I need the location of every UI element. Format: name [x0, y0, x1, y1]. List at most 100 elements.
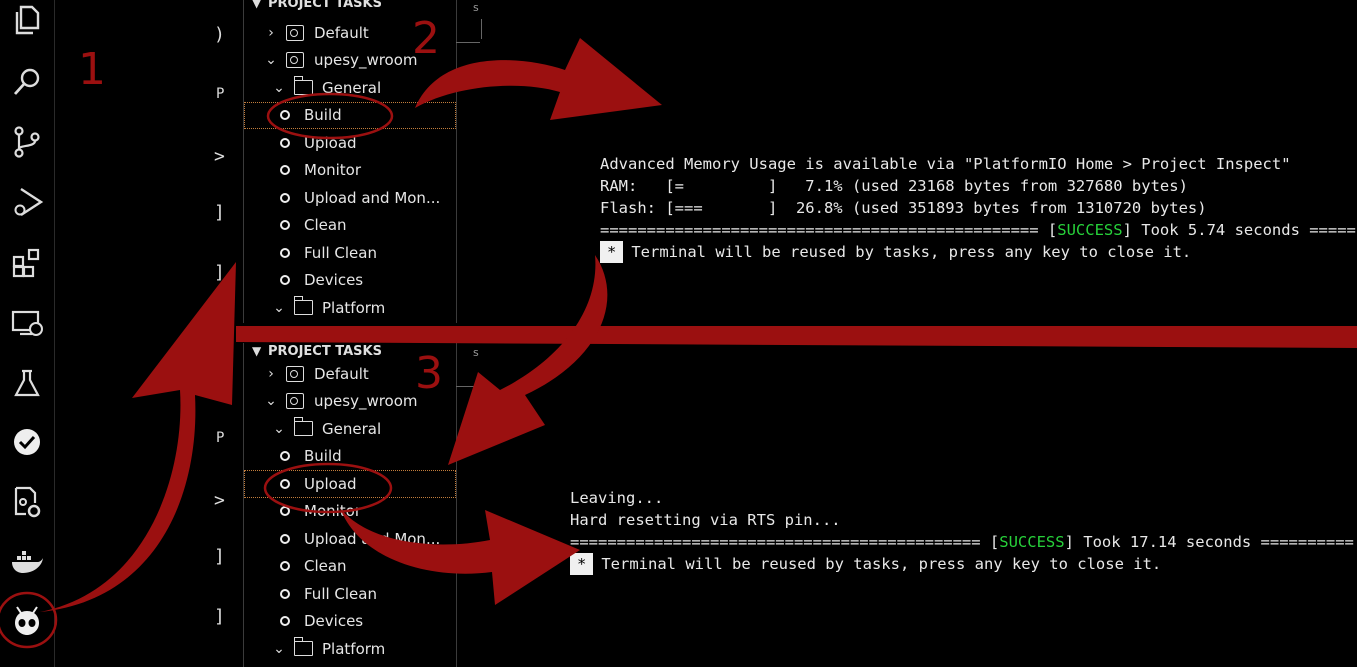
task-circle-icon: [280, 192, 290, 203]
folder-item[interactable]: ⌄ Platform: [244, 294, 456, 322]
source-control-icon[interactable]: [7, 122, 47, 162]
tree-item-label: Devices: [304, 612, 364, 631]
panel-title: PROJECT TASKS: [268, 0, 382, 11]
terminal-line: ========================================…: [570, 531, 1354, 553]
testing-icon[interactable]: [7, 363, 47, 403]
clipped-tab-label: s: [473, 1, 479, 14]
task-circle-icon: [280, 561, 290, 572]
environment-icon: [286, 52, 304, 69]
tree-item-label: Upload and Mon...: [304, 188, 441, 207]
step-number-2: 2: [412, 13, 440, 64]
task-circle-icon: [280, 247, 290, 258]
separator-text: ========================================…: [570, 533, 1000, 551]
chevron-right-icon[interactable]: ›: [264, 366, 278, 382]
folder-item[interactable]: ⌄ General: [244, 415, 456, 443]
explorer-icon[interactable]: [7, 0, 47, 40]
tree-item-label: upesy_wroom: [314, 51, 418, 70]
task-item[interactable]: Monitor: [244, 157, 456, 185]
tree-item-label: Clean: [304, 216, 347, 235]
clipped-glyph: P: [216, 430, 225, 446]
task-item[interactable]: Build: [244, 443, 456, 471]
tree-item-label: Platform: [322, 639, 386, 658]
terminal-line: * Terminal will be reused by tasks, press…: [600, 241, 1356, 263]
search-icon[interactable]: [7, 62, 47, 102]
task-item[interactable]: Upload and Mon...: [244, 525, 456, 553]
task-circle-icon: [280, 616, 290, 627]
terminal-line: Flash: [=== ] 26.8% (used 351893 bytes f…: [600, 199, 1207, 217]
clipped-glyph: ]: [214, 546, 225, 567]
tree-item-label: Upload: [304, 474, 357, 493]
clipped-glyph: ]: [214, 606, 225, 627]
docker-icon[interactable]: [7, 542, 47, 582]
terminal-line: * Terminal will be reused by tasks, press…: [570, 553, 1354, 575]
tab-divider: [481, 19, 482, 39]
terminal-line: ========================================…: [600, 219, 1356, 241]
task-item[interactable]: Clean: [244, 212, 456, 240]
folder-icon: [293, 296, 313, 316]
task-item[interactable]: Full Clean: [244, 239, 456, 267]
task-item[interactable]: Devices: [244, 267, 456, 295]
remote-explorer-icon[interactable]: [7, 303, 47, 343]
environment-icon: [286, 393, 304, 410]
task-item[interactable]: Build: [244, 101, 456, 129]
task-circle-icon: [280, 533, 290, 544]
task-item[interactable]: Upload: [244, 129, 456, 157]
platformio-alien-icon[interactable]: [7, 602, 47, 642]
run-debug-icon[interactable]: [7, 182, 47, 222]
chevron-right-icon[interactable]: ›: [264, 25, 278, 41]
terminal-prompt-marker: *: [570, 553, 594, 575]
environment-icon: [286, 365, 304, 382]
clipped-glyph: >: [214, 490, 225, 511]
task-circle-icon: [280, 588, 290, 599]
folder-item[interactable]: ⌄ General: [244, 74, 456, 102]
clipped-glyph: ): [214, 24, 225, 45]
reuse-message: Terminal will be reused by tasks, press …: [631, 243, 1192, 261]
tree-item-label: General: [322, 419, 382, 438]
chevron-down-icon[interactable]: ⌄: [264, 52, 278, 68]
tab-divider: [456, 42, 480, 43]
task-item[interactable]: Upload: [244, 470, 456, 498]
task-item[interactable]: Full Clean: [244, 580, 456, 608]
collapse-chevron-icon: ▼: [252, 0, 262, 10]
task-item[interactable]: Clean: [244, 553, 456, 581]
panel-header[interactable]: ▼ PROJECT TASKS: [244, 0, 456, 12]
chevron-down-icon[interactable]: ⌄: [272, 421, 286, 437]
pio-settings-icon[interactable]: [7, 482, 47, 522]
tree-item-label: Build: [304, 106, 342, 125]
duration-text: ] Took 17.14 seconds ==========: [1064, 533, 1354, 551]
extensions-icon[interactable]: [7, 243, 47, 283]
clipped-tab-label: s: [473, 346, 479, 359]
check-icon[interactable]: [7, 422, 47, 462]
task-circle-icon: [280, 478, 290, 489]
tree-item-label: Default: [314, 364, 369, 383]
terminal-output-top[interactable]: Advanced Memory Usage is available via "…: [600, 131, 1356, 285]
success-status: SUCCESS: [1057, 221, 1123, 239]
tree-item-label: Default: [314, 23, 369, 42]
tree-item-label: Build: [304, 447, 342, 466]
tree-item-label: Full Clean: [304, 584, 377, 603]
terminal-line: RAM: [= ] 7.1% (used 23168 bytes from 32…: [600, 177, 1188, 195]
collapse-chevron-icon: ▼: [252, 344, 262, 358]
task-circle-icon: [280, 275, 290, 286]
task-circle-icon: [280, 451, 290, 462]
folder-icon: [293, 417, 313, 437]
task-item[interactable]: Upload and Mon...: [244, 184, 456, 212]
task-item[interactable]: Devices: [244, 608, 456, 636]
terminal-output-bottom[interactable]: Leaving... Hard resetting via RTS pin... =…: [570, 465, 1354, 597]
step-number-1: 1: [78, 44, 106, 95]
chevron-down-icon[interactable]: ⌄: [272, 641, 286, 657]
task-item[interactable]: Monitor: [244, 498, 456, 526]
chevron-down-icon[interactable]: ⌄: [272, 80, 286, 96]
tree-item-label: Upload: [304, 133, 357, 152]
chevron-down-icon[interactable]: ⌄: [272, 300, 286, 316]
tree-item-label: upesy_wroom: [314, 392, 418, 411]
tree-item-label: Monitor: [304, 502, 362, 521]
folder-icon: [293, 76, 313, 96]
tree-item-label: Platform: [322, 298, 386, 317]
folder-item[interactable]: ⌄ Platform: [244, 635, 456, 663]
task-circle-icon: [280, 137, 290, 148]
chevron-down-icon[interactable]: ⌄: [264, 393, 278, 409]
clipped-glyph: ]: [214, 262, 225, 283]
clipped-glyph: P: [216, 86, 225, 102]
tree-item-label: Full Clean: [304, 243, 377, 262]
